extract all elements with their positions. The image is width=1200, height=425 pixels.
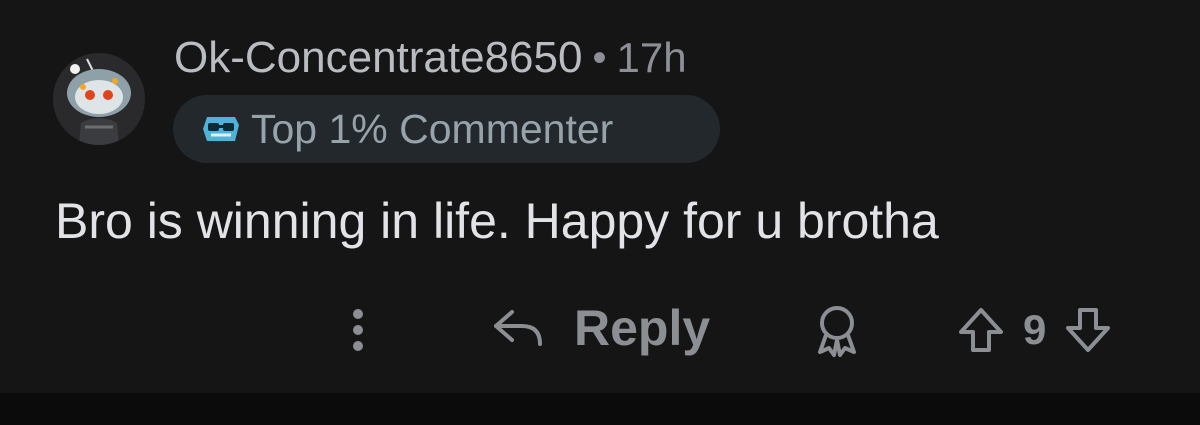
vote-count: 9 xyxy=(1023,306,1047,353)
bottom-divider xyxy=(0,393,1200,425)
comment-meta: Ok-Concentrate8650 • 17h xyxy=(174,30,687,86)
reply-arrow-icon xyxy=(494,310,542,346)
snoo-avatar-icon xyxy=(53,53,145,145)
user-flair-badge[interactable]: Top 1% Commenter xyxy=(173,95,720,163)
comment-body: Bro is winning in life. Happy for u brot… xyxy=(55,193,939,249)
award-icon xyxy=(818,306,856,357)
username-link[interactable]: Ok-Concentrate8650 xyxy=(174,33,582,83)
user-avatar[interactable] xyxy=(53,53,145,145)
flair-label: Top 1% Commenter xyxy=(251,105,614,152)
more-options-button[interactable] xyxy=(340,300,376,360)
reply-label: Reply xyxy=(574,300,711,356)
meta-separator: • xyxy=(592,35,607,80)
reply-button[interactable]: Reply xyxy=(490,296,710,360)
comment-actions: Reply 9 xyxy=(0,290,1200,370)
comment-timestamp: 17h xyxy=(616,34,687,81)
upvote-arrow-icon[interactable] xyxy=(955,304,1007,356)
vote-controls: 9 xyxy=(955,300,1114,360)
comment-card: Ok-Concentrate8650 • 17h Top 1% Commente… xyxy=(0,0,1200,393)
downvote-arrow-icon[interactable] xyxy=(1062,304,1114,356)
sunglasses-icon xyxy=(203,117,239,141)
more-vertical-icon xyxy=(353,309,363,351)
award-button[interactable] xyxy=(810,302,864,358)
